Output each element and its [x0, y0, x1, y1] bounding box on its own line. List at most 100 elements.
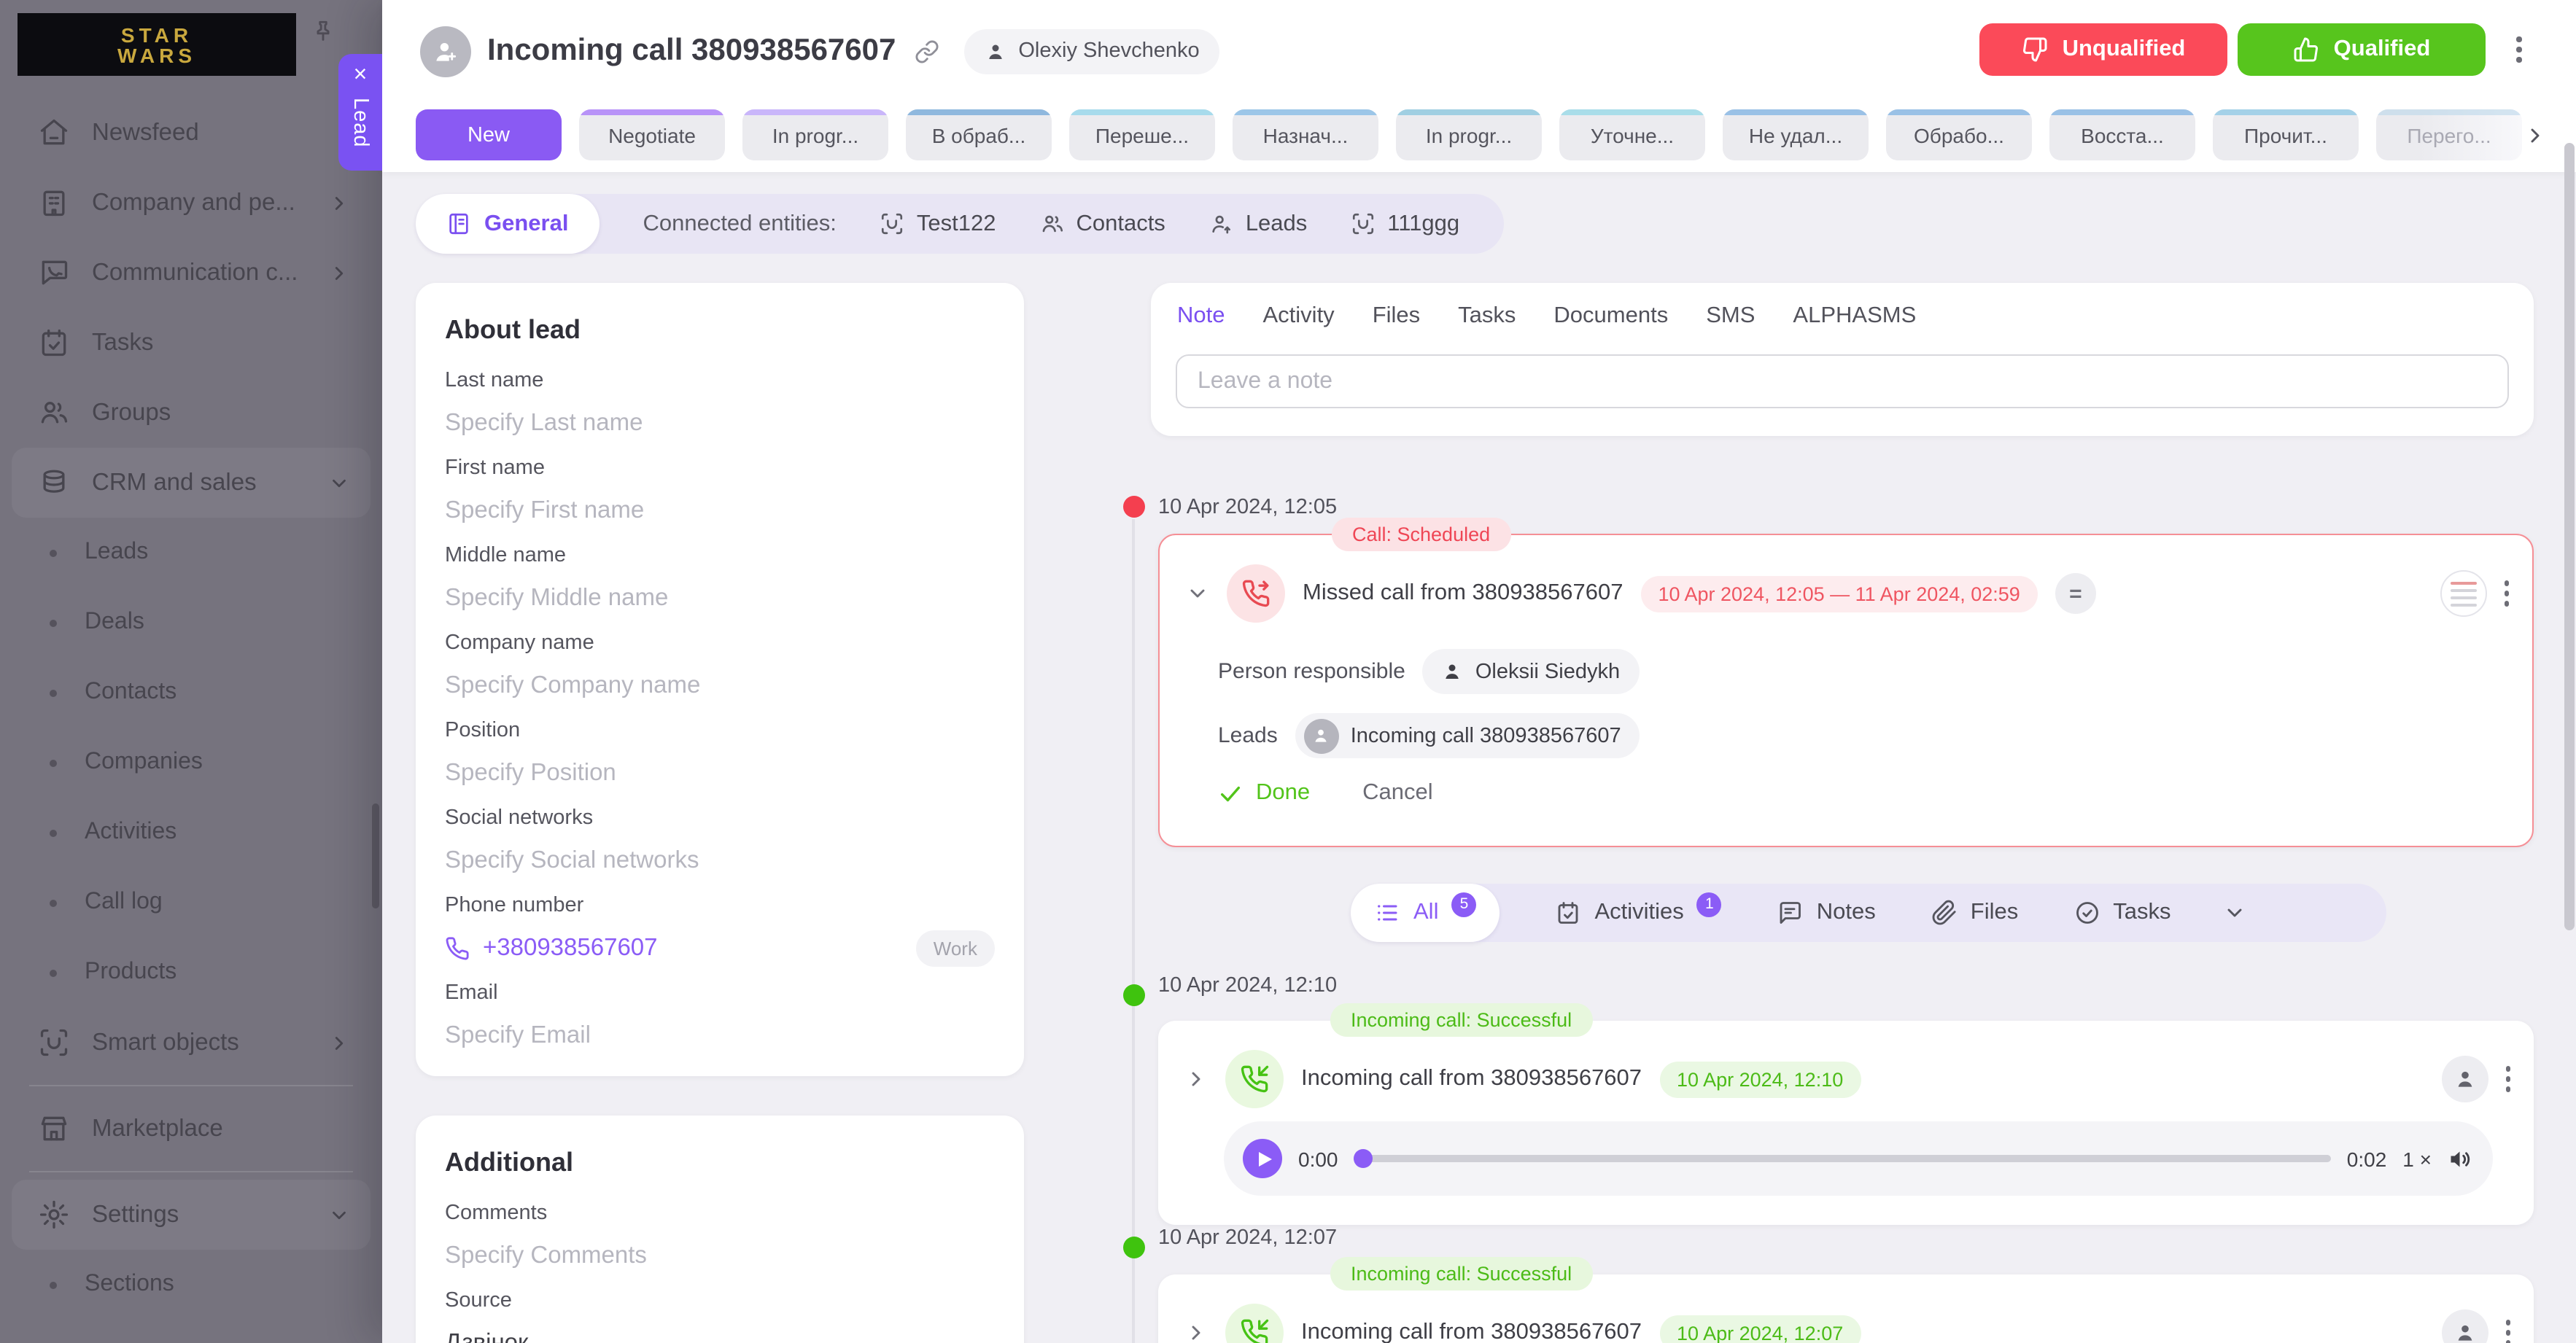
stages-scroll-right[interactable] [2523, 124, 2547, 147]
sidebar-subitem-deals[interactable]: Deals [0, 588, 382, 658]
filter-all[interactable]: All 5 [1351, 884, 1500, 942]
page-title: Incoming call 380938567607 [487, 34, 896, 69]
scan-icon [38, 1027, 70, 1059]
field-first-name[interactable]: First name Specify First name [445, 453, 995, 528]
volume-icon[interactable] [2448, 1145, 2474, 1172]
sidebar-item-communication[interactable]: Communication c... [0, 238, 382, 308]
chevron-down-icon[interactable] [1186, 582, 1209, 605]
sidebar-item-newsfeed[interactable]: Newsfeed [0, 98, 382, 168]
owner-pill[interactable]: Olexiy Shevchenko [964, 28, 1219, 74]
person-avatar-button[interactable] [2441, 1309, 2488, 1343]
preview-thumbnail[interactable] [2440, 570, 2486, 617]
sidebar-subitem-activities[interactable]: Activities [0, 798, 382, 868]
note-input[interactable] [1176, 354, 2509, 408]
workspace-logo[interactable]: STAR WARS [18, 13, 296, 76]
stage-chip[interactable]: Уточне... [1559, 109, 1705, 160]
sidebar-item-tasks[interactable]: Tasks [0, 308, 382, 378]
cancel-button[interactable]: Cancel [1362, 780, 1433, 806]
filter-files[interactable]: Files [1931, 900, 2018, 926]
paperclip-icon [1931, 900, 1958, 926]
person-responsible-chip[interactable]: Oleksii Siedykh [1423, 649, 1639, 694]
field-last-name[interactable]: Last name Specify Last name [445, 366, 995, 440]
stage-chip-new[interactable]: New [416, 109, 562, 160]
playback-speed[interactable]: 1 × [2402, 1147, 2432, 1170]
tab-files[interactable]: Files [1373, 303, 1420, 330]
close-icon[interactable]: × [354, 64, 368, 87]
sidebar-item-smart-objects[interactable]: Smart objects [0, 1008, 382, 1078]
sidebar-item-crm-and-sales[interactable]: CRM and sales [12, 448, 371, 518]
tab-leads[interactable]: Leads [1209, 211, 1307, 237]
tab-documents[interactable]: Documents [1553, 303, 1668, 330]
sidebar-subitem-companies[interactable]: Companies [0, 728, 382, 798]
sidebar-subitem-label: Companies [85, 750, 203, 776]
tab-activity[interactable]: Activity [1263, 303, 1335, 330]
sidebar-subitem-call-log[interactable]: Call log [0, 868, 382, 938]
page-scrollbar[interactable] [2564, 143, 2575, 930]
sidebar-subitem-leads[interactable]: Leads [0, 518, 382, 588]
stage-chip[interactable]: Прочит... [2213, 109, 2359, 160]
tab-test122[interactable]: Test122 [880, 211, 996, 237]
chevron-right-icon[interactable] [1184, 1321, 1208, 1343]
card-kebab-menu[interactable] [2505, 1067, 2510, 1092]
unqualified-button[interactable]: Unqualified [1979, 23, 2227, 76]
filter-chevron-down[interactable] [2224, 901, 2247, 924]
stage-chip[interactable]: In progr... [1396, 109, 1542, 160]
field-company-name[interactable]: Company name Specify Company name [445, 628, 995, 703]
filter-notes[interactable]: Notes [1777, 900, 1876, 926]
seek-bar[interactable] [1354, 1156, 2331, 1162]
sidebar-item-settings[interactable]: Settings [12, 1180, 371, 1250]
tab-general[interactable]: General [416, 194, 599, 254]
field-position[interactable]: Position Specify Position [445, 716, 995, 790]
audio-player: 0:00 0:02 1 × [1224, 1121, 2493, 1196]
tab-note[interactable]: Note [1177, 303, 1225, 330]
stage-chip[interactable]: Не удал... [1723, 109, 1869, 160]
field-social-networks[interactable]: Social networks Specify Social networks [445, 803, 995, 878]
stage-chip[interactable]: Negotiate [579, 109, 725, 160]
sidebar-item-label: Smart objects [92, 1029, 239, 1056]
field-source[interactable]: Source Дзвінок [445, 1286, 995, 1343]
timeline-filter-bar: All 5 Activities 1 Notes Files Tasks [1351, 884, 2386, 942]
phone-number-link[interactable]: +380938567607 [483, 930, 658, 965]
stage-chip[interactable]: Назнач... [1233, 109, 1378, 160]
card-kebab-menu[interactable] [2504, 581, 2509, 607]
filter-activities[interactable]: Activities 1 [1555, 900, 1721, 926]
details-button[interactable]: = [2055, 573, 2096, 614]
stage-chip[interactable]: Перего... [2376, 109, 2522, 160]
chevron-right-icon[interactable] [1184, 1067, 1208, 1091]
tab-contacts[interactable]: Contacts [1039, 211, 1165, 237]
home-icon [38, 117, 70, 149]
logo-line1: STAR [121, 24, 193, 44]
field-middle-name[interactable]: Middle name Specify Middle name [445, 541, 995, 615]
stage-chip[interactable]: В обраб... [906, 109, 1052, 160]
done-button[interactable]: Done [1218, 780, 1310, 806]
sidebar-item-marketplace[interactable]: Marketplace [0, 1094, 382, 1164]
field-comments[interactable]: Comments Specify Comments [445, 1199, 995, 1273]
tab-tasks[interactable]: Tasks [1458, 303, 1516, 330]
sidebar-subitem-contacts[interactable]: Contacts [0, 658, 382, 728]
stage-chip[interactable]: Восста... [2049, 109, 2195, 160]
sidebar-scrollbar[interactable] [372, 803, 379, 908]
stage-chip[interactable]: Переше... [1069, 109, 1215, 160]
sidebar-item-groups[interactable]: Groups [0, 378, 382, 448]
tab-alphasms[interactable]: ALPHASMS [1793, 303, 1916, 330]
tab-sms[interactable]: SMS [1706, 303, 1755, 330]
stage-chip[interactable]: Обрабо... [1886, 109, 2032, 160]
seek-thumb[interactable] [1354, 1149, 1373, 1168]
call-header-row: Incoming call from 380938567607 10 Apr 2… [1184, 1050, 2510, 1108]
tab-111ggg[interactable]: 111ggg [1351, 211, 1459, 237]
field-email[interactable]: Email Specify Email [445, 978, 995, 1053]
pin-icon[interactable] [311, 19, 335, 44]
header-kebab-menu[interactable] [2516, 36, 2521, 62]
lead-chip[interactable]: Incoming call 380938567607 [1295, 713, 1640, 758]
person-avatar-button[interactable] [2441, 1056, 2488, 1102]
filter-tasks[interactable]: Tasks [2073, 900, 2170, 926]
qualified-button[interactable]: Qualified [2238, 23, 2486, 76]
sidebar-subitem-sections[interactable]: Sections [0, 1250, 382, 1320]
link-icon[interactable] [915, 39, 939, 63]
card-kebab-menu[interactable] [2505, 1320, 2510, 1343]
stage-chip[interactable]: In progr... [742, 109, 888, 160]
sidebar-subitem-products[interactable]: Products [0, 938, 382, 1008]
sidebar-item-company-and-people[interactable]: Company and pe... [0, 168, 382, 238]
lead-panel-tab[interactable]: × Lead [338, 54, 382, 171]
play-button[interactable] [1243, 1139, 1282, 1178]
